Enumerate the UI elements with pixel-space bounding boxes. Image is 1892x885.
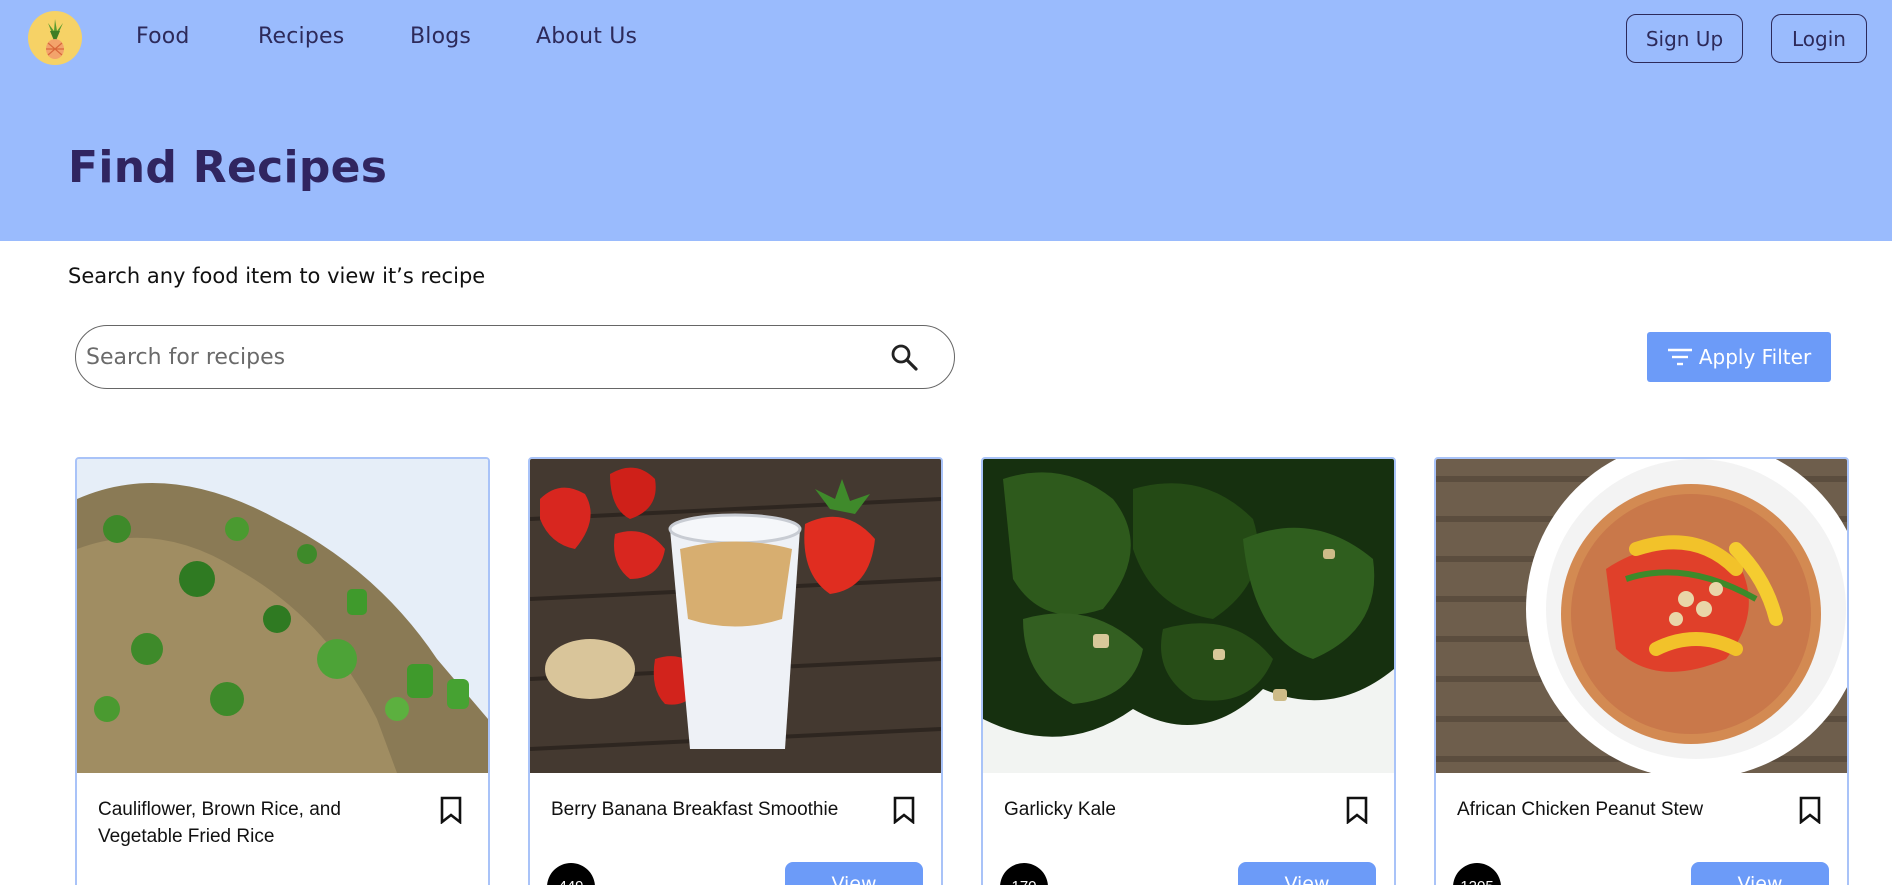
bookmark-icon[interactable] [439,796,463,824]
search-subtitle: Search any food item to view it’s recipe [68,264,486,288]
view-recipe-button[interactable]: View [1691,862,1829,885]
view-recipe-button[interactable]: View [1238,862,1376,885]
recipe-image-smoothie[interactable] [530,459,941,773]
bookmark-icon[interactable] [1345,796,1369,824]
recipe-card[interactable]: Berry Banana Breakfast Smoothie 449 View [528,457,943,885]
recipe-title: Cauliflower, Brown Rice, and Vegetable F… [98,799,341,847]
login-button[interactable]: Login [1771,14,1867,63]
apply-filter-label: Apply Filter [1698,345,1812,369]
calorie-badge: 170 [1000,863,1048,885]
calorie-badge: 1205 [1453,863,1501,885]
sign-up-button[interactable]: Sign Up [1626,14,1743,63]
bookmark-icon[interactable] [892,796,916,824]
nav-about-us-link[interactable]: About Us [536,24,637,49]
recipe-title: African Chicken Peanut Stew [1457,799,1704,820]
nav-blogs-link[interactable]: Blogs [410,24,471,49]
recipe-image-kale[interactable] [983,459,1394,773]
recipe-title: Garlicky Kale [1004,799,1116,820]
search-bar [75,325,955,389]
recipe-image-peanut-stew[interactable] [1436,459,1847,773]
recipe-card[interactable]: Garlicky Kale 170 View [981,457,1396,885]
recipe-card[interactable]: African Chicken Peanut Stew 1205 View [1434,457,1849,885]
nav-food-link[interactable]: Food [136,24,190,49]
page-title: Find Recipes [68,142,388,193]
bookmark-icon[interactable] [1798,796,1822,824]
filter-icon [1667,348,1692,366]
recipe-card[interactable]: Cauliflower, Brown Rice, and Vegetable F… [75,457,490,885]
view-recipe-button[interactable]: View [785,862,923,885]
search-icon[interactable] [889,342,919,372]
recipe-image-fried-rice[interactable] [77,459,488,773]
apply-filter-button[interactable]: Apply Filter [1647,332,1831,382]
calorie-badge: 449 [547,863,595,885]
recipe-title: Berry Banana Breakfast Smoothie [551,799,839,820]
search-input[interactable] [84,334,864,380]
top-navbar: Food Recipes Blogs About Us Sign Up Logi… [0,0,1892,76]
pineapple-logo-icon[interactable] [28,11,82,65]
nav-recipes-link[interactable]: Recipes [258,24,344,49]
